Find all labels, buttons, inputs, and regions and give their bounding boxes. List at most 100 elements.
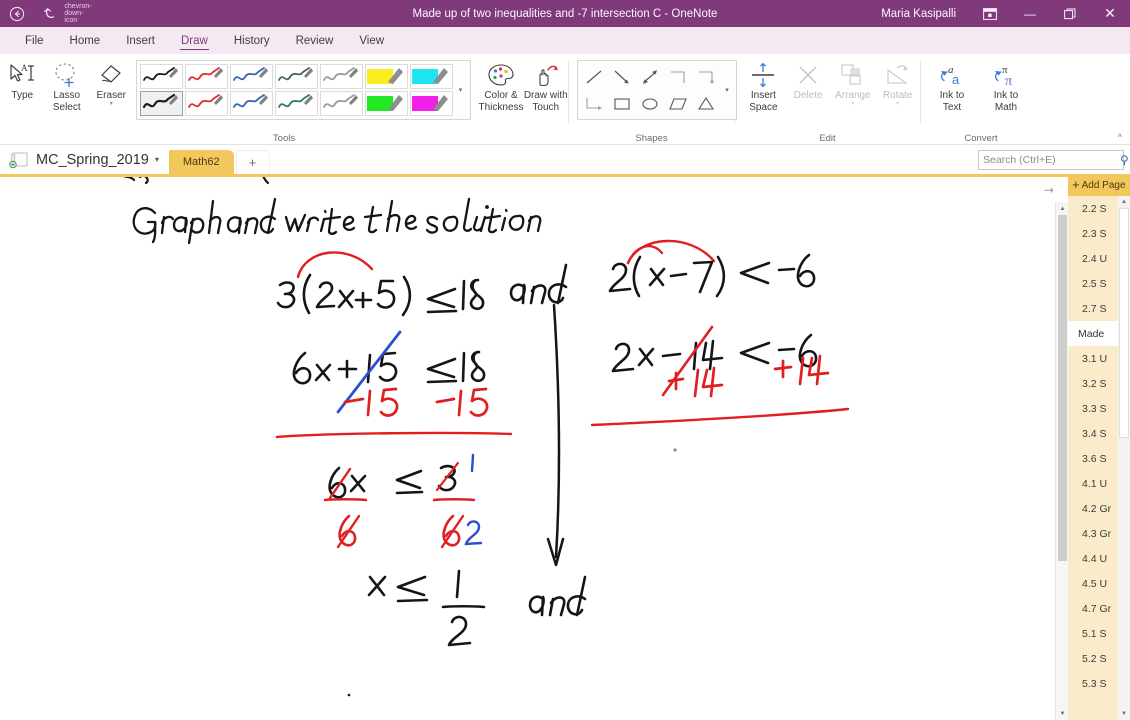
- tab-review[interactable]: Review: [283, 27, 347, 54]
- arrow-shape-icon[interactable]: [609, 64, 635, 89]
- delete-label: Delete: [793, 90, 823, 101]
- ribbon-tabs: File Home Insert Draw History Review Vie…: [0, 27, 1130, 54]
- line-shape-icon[interactable]: [581, 64, 607, 89]
- page-list-scroll-up-button[interactable]: ▲: [1118, 196, 1130, 208]
- parallelogram-shape-icon[interactable]: [665, 91, 691, 116]
- touch-draw-icon: [531, 60, 561, 90]
- ink-to-math-label-2: Math: [994, 102, 1018, 113]
- pen-gallery-rows: [139, 63, 454, 117]
- pen-gray-thin[interactable]: [319, 91, 363, 116]
- ink-to-text-label-1: Ink to: [939, 90, 965, 101]
- tab-insert[interactable]: Insert: [113, 27, 168, 54]
- color-thickness-button[interactable]: Color & Thickness: [479, 54, 524, 128]
- search-box[interactable]: ⚲ ▾: [978, 150, 1129, 170]
- pen-dark-green[interactable]: [274, 64, 318, 89]
- window-controls: Maria Kasipalli — ✕: [881, 0, 1130, 27]
- section-tab-math62[interactable]: Math62: [168, 150, 234, 174]
- group-label-convert: Convert: [964, 133, 998, 144]
- pen-gallery-chevron-down-icon[interactable]: ▾: [454, 63, 468, 117]
- minimize-button[interactable]: —: [1010, 0, 1050, 27]
- undo-icon[interactable]: [34, 0, 68, 27]
- pen-row-bottom: [139, 90, 454, 117]
- ink-right-step2: [611, 333, 818, 373]
- ribbon-group-edit: Insert Space Delete Arrange ▾ Rotate ▾ E…: [735, 54, 920, 145]
- account-name[interactable]: Maria Kasipalli: [881, 8, 956, 20]
- ribbon-collapse-chevron-up-icon[interactable]: ^: [1118, 132, 1122, 142]
- notebook-chevron-down-icon[interactable]: ▾: [155, 155, 159, 164]
- shapes-gallery-chevron-down-icon[interactable]: ▾: [720, 63, 734, 117]
- qat-chevron-down-icon[interactable]: chevron-down-icon: [64, 0, 91, 27]
- ink-left-step1: [276, 273, 485, 317]
- insert-space-button[interactable]: Insert Space: [741, 54, 786, 128]
- ink-to-math-label-1: Ink to: [993, 90, 1019, 101]
- elbow-down-shape-icon[interactable]: [581, 91, 607, 116]
- quick-access-toolbar: chevron-down-icon: [0, 0, 92, 27]
- add-section-button[interactable]: +: [235, 150, 270, 174]
- search-input[interactable]: [983, 154, 1118, 166]
- elbow-arrow-shape-icon[interactable]: [693, 64, 719, 89]
- lasso-select-label-2: Select: [52, 102, 81, 113]
- pen-black[interactable]: [139, 64, 183, 89]
- elbow-connector-shape-icon[interactable]: [665, 64, 691, 89]
- draw-with-touch-button[interactable]: Draw with Touch: [524, 54, 569, 128]
- lasso-select-label-1: Lasso: [53, 90, 81, 101]
- page-list-scrollbar[interactable]: ▲ ▼: [1118, 196, 1130, 720]
- page-list-scroll-thumb[interactable]: [1119, 208, 1129, 438]
- pen-gray[interactable]: [319, 64, 363, 89]
- arrange-icon: [839, 60, 867, 90]
- ellipse-shape-icon[interactable]: [637, 91, 663, 116]
- ink-left-answer: [367, 569, 486, 647]
- close-button[interactable]: ✕: [1090, 0, 1130, 27]
- lasso-select-button[interactable]: Lasso Select: [45, 54, 90, 128]
- ink-connector-arrow: [546, 303, 565, 567]
- pen-blue-thin[interactable]: [229, 91, 273, 116]
- ribbon: A Type Lasso Select Eraser ▾ ▾ Color & T…: [0, 54, 1130, 145]
- shapes-gallery: ▾: [577, 60, 737, 120]
- canvas-scrollbar[interactable]: ▲ ▼: [1055, 202, 1068, 720]
- eraser-button[interactable]: Eraser ▾: [89, 54, 134, 128]
- ribbon-display-options-icon[interactable]: [970, 0, 1010, 27]
- add-page-label: Add Page: [1081, 179, 1126, 191]
- tab-file[interactable]: File: [12, 27, 57, 54]
- type-tool-label: Type: [11, 90, 34, 101]
- svg-text:A: A: [21, 63, 28, 73]
- tab-history[interactable]: History: [221, 27, 283, 54]
- ink-left-divider: [275, 431, 513, 439]
- notebook-selector[interactable]: MC_Spring_2019 ▾: [0, 145, 159, 174]
- page-list-scroll-down-button[interactable]: ▼: [1118, 708, 1130, 720]
- pen-red-thin[interactable]: [184, 91, 228, 116]
- ribbon-group-convert: a a Ink to Text π π Ink to Math Convert: [921, 54, 1041, 145]
- insert-space-label-2: Space: [749, 102, 778, 113]
- ink-distribute-arc-right: [626, 239, 716, 265]
- ink-to-text-button[interactable]: a a Ink to Text: [925, 54, 979, 128]
- pen-red[interactable]: [184, 64, 228, 89]
- tab-view[interactable]: View: [346, 27, 397, 54]
- highlighter-yellow[interactable]: [364, 64, 408, 89]
- pen-blue[interactable]: [229, 64, 273, 89]
- ink-right-divider: [590, 407, 850, 427]
- search-icon[interactable]: ⚲: [1120, 153, 1129, 167]
- delete-button: Delete: [786, 54, 831, 128]
- pen-green-thin[interactable]: [274, 91, 318, 116]
- pen-black-selected[interactable]: [139, 91, 183, 116]
- back-arrow-icon[interactable]: [0, 0, 34, 27]
- canvas-scroll-thumb[interactable]: [1058, 215, 1067, 561]
- triangle-shape-icon[interactable]: [693, 91, 719, 116]
- ink-to-math-icon: π π: [990, 60, 1022, 90]
- restore-button[interactable]: [1050, 0, 1090, 27]
- double-arrow-shape-icon[interactable]: [637, 64, 663, 89]
- page-canvas[interactable]: [0, 177, 1055, 720]
- highlighter-green[interactable]: [364, 91, 408, 116]
- ink-to-math-button[interactable]: π π Ink to Math: [979, 54, 1033, 128]
- tab-home[interactable]: Home: [57, 27, 114, 54]
- eraser-dropdown-caret[interactable]: ▾: [110, 101, 113, 107]
- rectangle-shape-icon[interactable]: [609, 91, 635, 116]
- highlighter-cyan[interactable]: [409, 64, 453, 89]
- insert-space-icon: [750, 60, 776, 90]
- pen-gallery: ▾: [135, 60, 471, 120]
- tab-draw[interactable]: Draw: [168, 27, 221, 54]
- add-page-button[interactable]: + Add Page: [1068, 174, 1130, 196]
- highlighter-magenta[interactable]: [409, 91, 453, 116]
- type-tool-button[interactable]: A Type: [0, 54, 45, 128]
- group-label-shapes: Shapes: [635, 133, 668, 144]
